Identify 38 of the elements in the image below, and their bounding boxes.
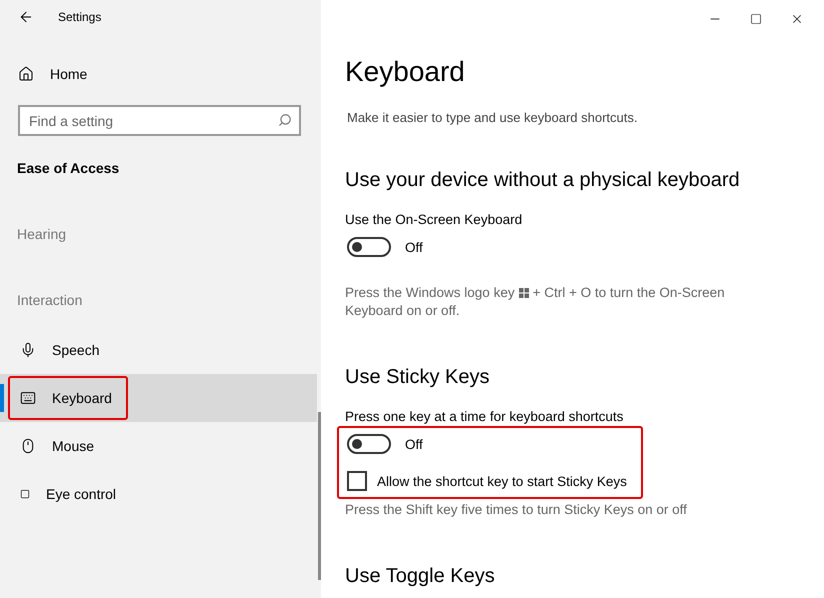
group-header: Interaction xyxy=(16,292,84,308)
nav-item[interactable]: Eye control xyxy=(0,470,317,518)
nav-item[interactable]: Mouse xyxy=(0,422,317,470)
section-heading: Use Sticky Keys xyxy=(345,366,490,389)
windows-logo-icon xyxy=(518,288,529,298)
selection-indicator xyxy=(0,384,4,412)
checkbox-label: Allow the shortcut key to start Sticky Keys xyxy=(377,474,627,488)
nav-item[interactable]: Keyboard xyxy=(0,374,317,422)
page-subtitle: Make it easier to type and use keyboard shortcuts. xyxy=(346,110,638,125)
keyboard-icon xyxy=(20,390,36,406)
window-title: Settings xyxy=(58,10,102,24)
help-text: Press the Windows logo key + Ctrl + O to turn the On-Screen Keyboard on or off. xyxy=(345,284,726,320)
search-field[interactable]: Find a setting xyxy=(18,105,301,136)
home-icon xyxy=(18,66,34,82)
group-header: Hearing xyxy=(16,226,68,242)
page-title: Keyboard xyxy=(345,56,466,88)
help-text: Press the Shift key five times to turn Sticky Keys on or off xyxy=(345,501,688,519)
scrollbar[interactable] xyxy=(318,412,321,580)
search-icon xyxy=(278,113,292,127)
toggle-switch[interactable] xyxy=(347,434,391,454)
home-link[interactable]: Home xyxy=(50,66,88,82)
section-heading: Use Toggle Keys xyxy=(345,565,496,588)
mouse-icon xyxy=(20,438,36,454)
section-title: Ease of Access xyxy=(16,159,120,176)
nav-label: Mouse xyxy=(52,438,94,454)
nav-label: Eye control xyxy=(46,486,116,502)
nav-label: Keyboard xyxy=(52,390,112,406)
back-arrow-icon[interactable] xyxy=(18,9,34,25)
toggle-state: Off xyxy=(405,436,423,452)
checkbox[interactable] xyxy=(347,471,367,491)
toggle-state: Off xyxy=(405,240,423,254)
nav-item[interactable]: Speech xyxy=(0,326,317,374)
mic-icon xyxy=(20,342,36,358)
toggle-switch[interactable] xyxy=(347,237,391,257)
setting-label: Use the On-Screen Keyboard xyxy=(345,212,524,227)
section-heading: Use your device without a physical keyboard xyxy=(345,169,741,192)
nav-label: Speech xyxy=(52,342,100,358)
setting-label: Press one key at a time for keyboard shortcuts xyxy=(345,409,624,424)
